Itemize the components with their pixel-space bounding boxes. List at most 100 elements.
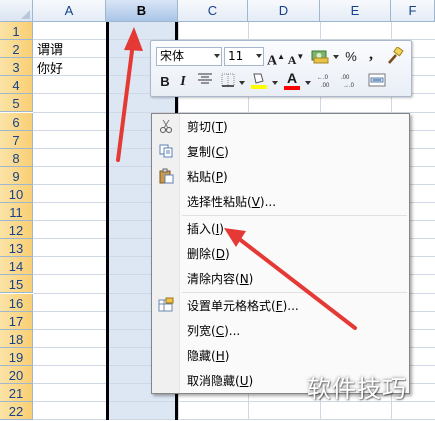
menu-item-label: 插入(I) [187, 222, 224, 236]
menu-item-label: 列宽(C)... [187, 324, 241, 338]
menu-item-label: 隐藏(H) [187, 349, 230, 363]
column-header-c[interactable]: C [178, 0, 248, 22]
merge-center-button[interactable] [367, 72, 387, 92]
font-name-value: 宋体 [160, 49, 185, 63]
row-header-6[interactable]: 6 [0, 112, 33, 131]
cell-a3[interactable]: 你好 [37, 60, 63, 79]
menu-item-format-cells[interactable]: 设置单元格格式(F)... [153, 294, 408, 318]
row-header-13[interactable]: 13 [0, 239, 33, 258]
row-header-14[interactable]: 14 [0, 257, 33, 276]
format-cells-icon [157, 297, 175, 315]
center-align-button[interactable] [196, 72, 214, 92]
menu-item-label: 清除内容(N) [187, 272, 254, 286]
chevron-down-icon[interactable] [272, 81, 278, 85]
menu-separator [182, 292, 407, 293]
menu-separator [182, 215, 407, 216]
row-header-19[interactable]: 19 [0, 347, 33, 366]
menu-item-column-width[interactable]: 列宽(C)... [153, 319, 408, 343]
menu-item-label: 复制(C) [187, 145, 229, 159]
row-header-21[interactable]: 21 [0, 384, 33, 403]
comma-style-button[interactable]: , [364, 45, 378, 65]
chevron-down-icon[interactable] [333, 55, 339, 59]
chevron-down-icon [214, 54, 220, 58]
font-color-swatch [284, 86, 300, 90]
watermark: 软件技巧 [307, 375, 407, 403]
format-painter-icon [388, 46, 404, 64]
borders-icon [221, 73, 235, 87]
cell-a2[interactable]: 谓谓 [37, 41, 63, 60]
menu-item-clear-contents[interactable]: 清除内容(N) [153, 267, 408, 291]
menu-item-label: 设置单元格格式(F)... [187, 299, 299, 313]
row-header-4[interactable]: 4 [0, 76, 33, 95]
menu-item-delete[interactable]: 删除(D) [153, 242, 408, 266]
italic-button[interactable]: I [176, 72, 190, 92]
row-header-12[interactable]: 12 [0, 221, 33, 240]
grow-font-button[interactable]: A▲ [267, 47, 285, 69]
svg-text:←.0: ←.0 [317, 75, 329, 81]
row-header-9[interactable]: 9 [0, 166, 33, 185]
menu-item-insert[interactable]: 插入(I) [153, 217, 408, 241]
decrease-decimal-icon: .00 →.0 [341, 75, 355, 89]
column-header-f[interactable]: F [391, 0, 435, 22]
percent-style-button[interactable]: % [342, 47, 360, 67]
fill-color-button[interactable] [248, 70, 270, 90]
menu-item-paste[interactable]: 粘贴(P) [153, 165, 408, 189]
menu-item-label: 选择性粘贴(V)... [187, 195, 277, 209]
fill-bucket-icon [251, 73, 267, 89]
row-header-5[interactable]: 5 [0, 94, 33, 113]
column-header-a[interactable]: A [33, 0, 106, 22]
column-header-d[interactable]: D [248, 0, 320, 22]
row-header-16[interactable]: 16 [0, 293, 33, 312]
menu-item-hide[interactable]: 隐藏(H) [153, 344, 408, 368]
bold-button[interactable]: B [157, 72, 173, 92]
font-color-button[interactable]: A [282, 70, 302, 90]
row-header-20[interactable]: 20 [0, 365, 33, 384]
menu-item-copy[interactable]: 复制(C) [153, 140, 408, 164]
increase-decimal-button[interactable]: ←.0 .00 [316, 72, 338, 92]
font-size-box[interactable]: 11 [224, 47, 264, 66]
row-header-7[interactable]: 7 [0, 130, 33, 149]
borders-button[interactable] [219, 72, 237, 92]
column-header-e[interactable]: E [320, 0, 391, 22]
chevron-down-icon[interactable] [239, 81, 245, 85]
chevron-down-icon [256, 54, 262, 58]
menu-item-label: 粘贴(P) [187, 170, 228, 184]
align-center-icon [198, 73, 212, 84]
svg-text:.00: .00 [321, 83, 330, 88]
mini-toolbar: 宋体 11 A▲ A▼ % , B I A ←.0 .00 .00 →.0 [150, 40, 412, 97]
row-header-3[interactable]: 3 [0, 58, 33, 77]
paste-icon [157, 168, 175, 186]
accounting-format-button[interactable] [309, 47, 331, 67]
chevron-down-icon[interactable] [305, 81, 311, 85]
menu-item-label: 剪切(T) [187, 120, 228, 134]
row-header-11[interactable]: 11 [0, 203, 33, 222]
row-header-10[interactable]: 10 [0, 184, 33, 203]
currency-icon [311, 50, 329, 64]
decrease-decimal-button[interactable]: .00 →.0 [340, 72, 362, 92]
row-header-2[interactable]: 2 [0, 40, 33, 59]
select-all-corner[interactable] [0, 0, 33, 22]
row-header-8[interactable]: 8 [0, 148, 33, 167]
format-painter-button[interactable] [385, 46, 405, 67]
increase-decimal-icon: ←.0 .00 [317, 75, 330, 89]
menu-item-cut[interactable]: 剪切(T) [153, 115, 408, 139]
menu-item-paste-special[interactable]: 选择性粘贴(V)... [153, 190, 408, 214]
shrink-font-button[interactable]: A▼ [287, 47, 305, 67]
copy-icon [157, 143, 175, 161]
row-header-15[interactable]: 15 [0, 275, 33, 294]
grow-font-icon: A [267, 53, 278, 69]
menu-item-label: 删除(D) [187, 247, 230, 261]
row-header-17[interactable]: 17 [0, 311, 33, 330]
svg-text:→.0: →.0 [343, 83, 355, 88]
row-header-1[interactable]: 1 [0, 22, 33, 41]
font-color-letter: A [286, 70, 298, 86]
context-menu: 剪切(T) 复制(C) 粘贴(P) 选择性粘贴(V)... 插入(I) 删除(D… [151, 113, 410, 394]
row-header-18[interactable]: 18 [0, 329, 33, 348]
column-header-b[interactable]: B [106, 0, 178, 22]
font-name-box[interactable]: 宋体 [156, 47, 222, 66]
scissors-icon [157, 118, 175, 136]
font-size-value: 11 [228, 49, 244, 63]
row-header-22[interactable]: 22 [0, 402, 33, 421]
highlight-swatch [251, 85, 267, 89]
menu-item-label: 取消隐藏(U) [187, 374, 254, 388]
